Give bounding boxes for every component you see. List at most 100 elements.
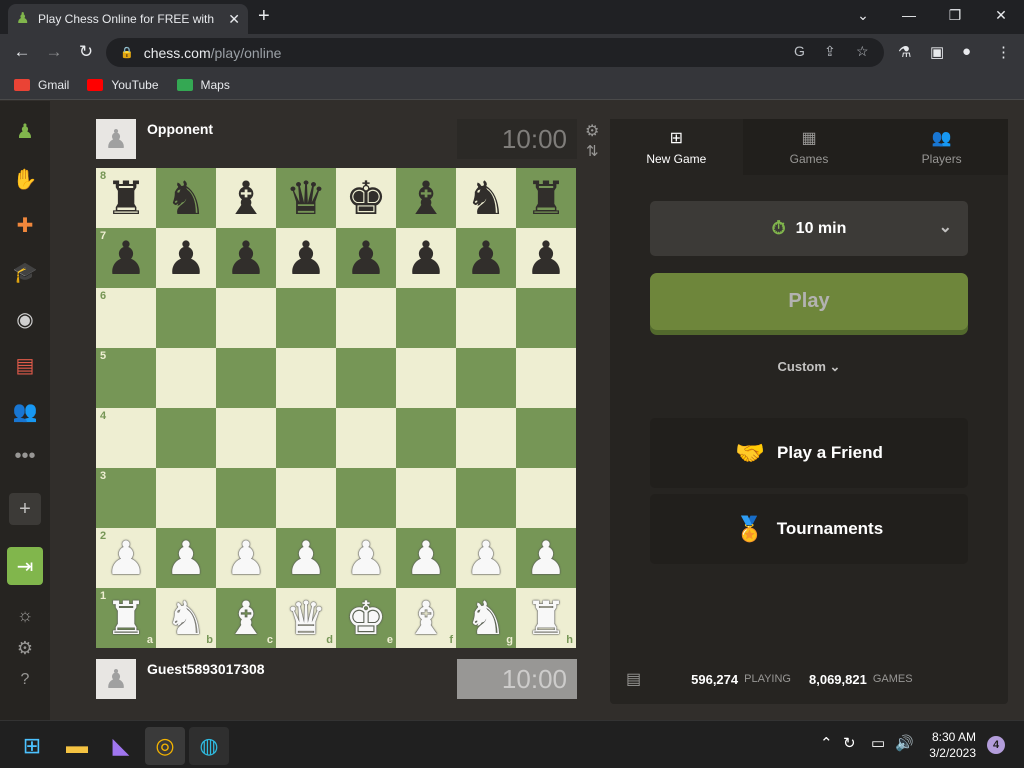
board-square-c3[interactable]	[216, 468, 276, 528]
board-square-f8[interactable]: ♝	[396, 168, 456, 228]
black-pawn-piece[interactable]: ♟	[225, 228, 266, 288]
minimize-icon[interactable]: —	[886, 0, 932, 30]
black-rook-piece[interactable]: ♜	[525, 168, 566, 228]
board-square-a7[interactable]: ♟ 7	[96, 228, 156, 288]
board-square-c2[interactable]: ♟	[216, 528, 276, 588]
board-square-e8[interactable]: ♚	[336, 168, 396, 228]
file-explorer-icon[interactable]: ▬	[57, 727, 97, 765]
board-square-f1[interactable]: ♝ f	[396, 588, 456, 648]
board-square-b7[interactable]: ♟	[156, 228, 216, 288]
board-square-b5[interactable]	[156, 348, 216, 408]
restore-icon[interactable]: ❐	[932, 0, 978, 30]
black-rook-piece[interactable]: ♜	[105, 168, 146, 228]
reload-icon[interactable]: ↻	[70, 36, 102, 68]
chrome-icon[interactable]: ◎	[145, 727, 185, 765]
white-bishop-piece[interactable]: ♝	[225, 588, 266, 648]
menu-icon[interactable]: ⋮	[996, 43, 1011, 61]
white-pawn-piece[interactable]: ♟	[105, 528, 146, 588]
display-icon[interactable]: ▭	[871, 734, 885, 752]
board-square-f3[interactable]	[396, 468, 456, 528]
board-square-f7[interactable]: ♟	[396, 228, 456, 288]
board-square-a3[interactable]: 3	[96, 468, 156, 528]
white-pawn-piece[interactable]: ♟	[525, 528, 566, 588]
black-bishop-piece[interactable]: ♝	[405, 168, 446, 228]
black-knight-piece[interactable]: ♞	[465, 168, 506, 228]
board-square-h7[interactable]: ♟	[516, 228, 576, 288]
volume-icon[interactable]: 🔊	[895, 734, 914, 752]
black-pawn-piece[interactable]: ♟	[105, 228, 146, 288]
tab-players[interactable]: 👥 Players	[875, 119, 1009, 175]
flip-board-icon[interactable]: ⇅	[586, 142, 599, 160]
board-square-g7[interactable]: ♟	[456, 228, 516, 288]
board-square-h6[interactable]	[516, 288, 576, 348]
puzzles-icon[interactable]: ✚	[9, 209, 41, 241]
tab-search-icon[interactable]: ⌄	[840, 0, 886, 30]
black-knight-piece[interactable]: ♞	[165, 168, 206, 228]
board-square-f5[interactable]	[396, 348, 456, 408]
news-icon[interactable]: ▤	[9, 349, 41, 381]
side-panel-icon[interactable]: ▣	[930, 43, 944, 61]
board-square-d6[interactable]	[276, 288, 336, 348]
sign-up-icon[interactable]: +	[9, 493, 41, 525]
black-pawn-piece[interactable]: ♟	[285, 228, 326, 288]
back-icon[interactable]: ←	[6, 36, 38, 68]
board-square-e3[interactable]	[336, 468, 396, 528]
tab-games[interactable]: ▦ Games	[742, 119, 876, 175]
chevron-up-icon[interactable]: ⌃	[820, 734, 833, 752]
play-a-friend-button[interactable]: 🤝 Play a Friend	[650, 418, 968, 488]
white-pawn-piece[interactable]: ♟	[345, 528, 386, 588]
board-square-c6[interactable]	[216, 288, 276, 348]
system-clock[interactable]: 8:30 AM 3/2/2023	[920, 729, 976, 761]
bookmark-gmail[interactable]: Gmail	[14, 78, 69, 92]
white-knight-piece[interactable]: ♞	[165, 588, 206, 648]
board-square-g4[interactable]	[456, 408, 516, 468]
bookmark-youtube[interactable]: YouTube	[87, 78, 159, 92]
board-square-c5[interactable]	[216, 348, 276, 408]
play-button[interactable]: Play	[650, 273, 968, 330]
board-square-e7[interactable]: ♟	[336, 228, 396, 288]
settings-icon[interactable]: ⚙	[9, 632, 41, 664]
windows-start-icon[interactable]: ⊞	[12, 727, 52, 765]
social-icon[interactable]: 👥	[9, 395, 41, 427]
board-square-h1[interactable]: ♜ h	[516, 588, 576, 648]
board-square-b8[interactable]: ♞	[156, 168, 216, 228]
watch-icon[interactable]: ◉	[9, 303, 41, 335]
board-square-a4[interactable]: 4	[96, 408, 156, 468]
board-square-c4[interactable]	[216, 408, 276, 468]
board-square-a2[interactable]: ♟ 2	[96, 528, 156, 588]
board-square-e6[interactable]	[336, 288, 396, 348]
custom-button[interactable]: Custom ⌄	[610, 359, 1008, 375]
board-square-b3[interactable]	[156, 468, 216, 528]
notification-badge[interactable]: 4	[987, 736, 1005, 754]
board-square-h2[interactable]: ♟	[516, 528, 576, 588]
board-square-b6[interactable]	[156, 288, 216, 348]
board-settings-icon[interactable]: ⚙	[585, 121, 599, 141]
black-pawn-piece[interactable]: ♟	[345, 228, 386, 288]
board-square-d7[interactable]: ♟	[276, 228, 336, 288]
board-square-a8[interactable]: ♜ 8	[96, 168, 156, 228]
edge-icon[interactable]: ◍	[189, 727, 229, 765]
forward-icon[interactable]: →	[38, 36, 70, 68]
black-pawn-piece[interactable]: ♟	[465, 228, 506, 288]
board-square-d1[interactable]: ♛ d	[276, 588, 336, 648]
board-square-e4[interactable]	[336, 408, 396, 468]
white-pawn-piece[interactable]: ♟	[405, 528, 446, 588]
white-pawn-piece[interactable]: ♟	[165, 528, 206, 588]
white-rook-piece[interactable]: ♜	[105, 588, 146, 648]
board-square-h4[interactable]	[516, 408, 576, 468]
tournaments-button[interactable]: 🏅 Tournaments	[650, 494, 968, 564]
board-square-h3[interactable]	[516, 468, 576, 528]
theme-icon[interactable]: ☼	[9, 599, 41, 631]
board-square-e5[interactable]	[336, 348, 396, 408]
board-square-h5[interactable]	[516, 348, 576, 408]
board-square-a6[interactable]: 6	[96, 288, 156, 348]
visual-studio-icon[interactable]: ◣	[101, 727, 141, 765]
browser-tab[interactable]: ♟ Play Chess Online for FREE with F ✕	[8, 4, 248, 34]
white-pawn-piece[interactable]: ♟	[285, 528, 326, 588]
chesscom-logo-icon[interactable]: ♟	[9, 115, 41, 147]
sync-icon[interactable]: ↻	[843, 734, 856, 752]
board-square-f2[interactable]: ♟	[396, 528, 456, 588]
black-queen-piece[interactable]: ♛	[285, 168, 326, 228]
board-square-f6[interactable]	[396, 288, 456, 348]
labs-icon[interactable]: ⚗	[898, 43, 911, 61]
